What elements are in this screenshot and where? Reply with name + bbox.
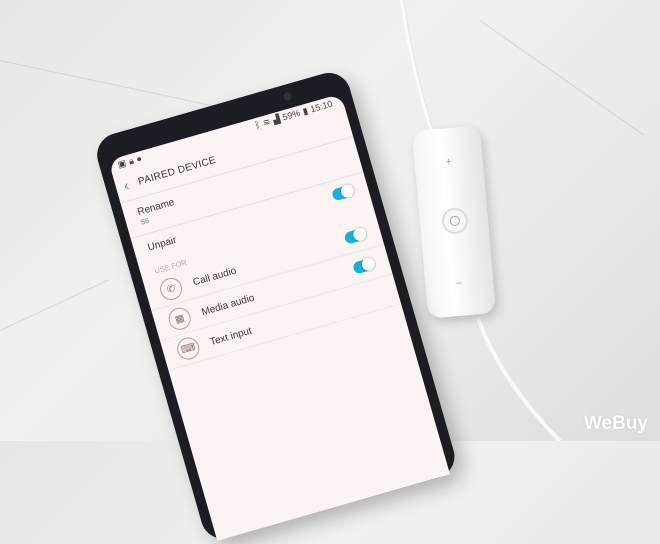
- volume-up-icon: +: [445, 155, 453, 169]
- chevron-left-icon[interactable]: ‹: [122, 177, 131, 194]
- volume-down-icon: −: [455, 277, 464, 291]
- apps-icon: ▦: [166, 305, 194, 333]
- watermark-logo: WeBuy: [583, 413, 648, 434]
- text-input-label: Text input: [208, 325, 253, 348]
- lock-icon: 🔒︎: [127, 155, 135, 166]
- battery-icon: ▮: [301, 105, 309, 117]
- media-audio-label: Media audio: [200, 292, 256, 318]
- call-audio-label: Call audio: [191, 265, 238, 288]
- unpair-toggle[interactable]: [330, 183, 356, 202]
- bluetooth-icon: ᛒ: [253, 118, 262, 130]
- phone-icon: ✆: [157, 275, 185, 303]
- app-icon: ●: [134, 152, 143, 164]
- wifi-icon: ≋: [261, 115, 272, 128]
- play-button-icon: [440, 206, 469, 236]
- signal-icon: ▟: [271, 113, 282, 125]
- camera-icon: [282, 91, 293, 102]
- keyboard-icon: ⌨: [174, 334, 202, 363]
- call-audio-toggle[interactable]: [343, 227, 368, 245]
- media-audio-toggle[interactable]: [352, 257, 377, 275]
- notification-icon: ▣: [116, 157, 128, 170]
